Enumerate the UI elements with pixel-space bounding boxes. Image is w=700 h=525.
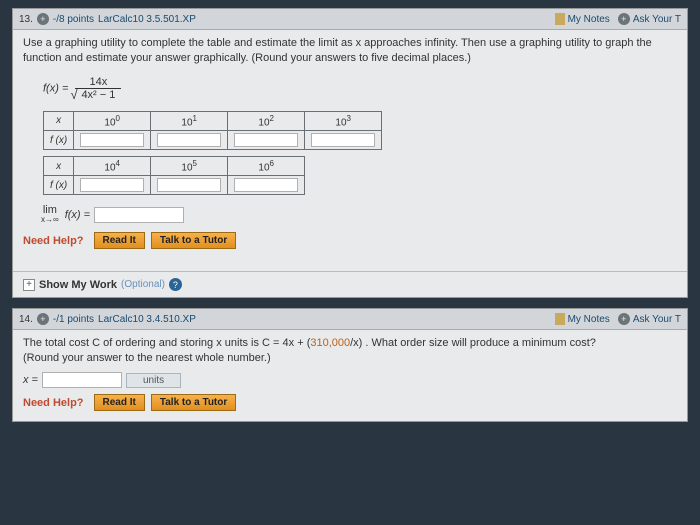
need-help-label: Need Help? <box>23 397 84 409</box>
question-number: 13. <box>19 14 33 25</box>
units-box: units <box>126 373 181 388</box>
question-13: 13. + -/8 points LarCalc10 3.5.501.XP My… <box>12 8 688 298</box>
read-it-button[interactable]: Read It <box>94 394 145 411</box>
ask-teacher-link[interactable]: Ask Your T <box>633 314 681 325</box>
function-denominator: 4x² − 1 <box>79 88 117 101</box>
read-it-button[interactable]: Read It <box>94 232 145 249</box>
expand-icon[interactable]: + <box>37 313 49 325</box>
table1-input-0[interactable] <box>80 133 144 147</box>
lim-fx: f(x) = <box>65 209 90 221</box>
talk-tutor-button[interactable]: Talk to a Tutor <box>151 394 236 411</box>
my-notes-link[interactable]: My Notes <box>568 14 610 25</box>
table1-fx-label: f (x) <box>44 131 74 150</box>
info-icon[interactable]: ? <box>169 278 182 291</box>
question-14: 14. + -/1 points LarCalc10 3.4.510.XP My… <box>12 308 688 422</box>
ask-teacher-link[interactable]: Ask Your T <box>633 14 681 25</box>
table2-h-0: 104 <box>74 157 151 176</box>
table2-input-0[interactable] <box>80 178 144 192</box>
table-1: x 100 101 102 103 f (x) <box>43 111 382 150</box>
table2-fx-label: f (x) <box>44 176 74 195</box>
table1-input-2[interactable] <box>234 133 298 147</box>
question-header: 14. + -/1 points LarCalc10 3.4.510.XP My… <box>13 309 687 330</box>
need-help-row: Need Help? Read It Talk to a Tutor <box>23 394 677 411</box>
table2-h-2: 106 <box>228 157 305 176</box>
table1-h-0: 100 <box>74 111 151 130</box>
show-my-work-label: Show My Work <box>39 279 117 291</box>
points-label: -/1 points <box>53 314 94 325</box>
table2-input-2[interactable] <box>234 178 298 192</box>
talk-tutor-button[interactable]: Talk to a Tutor <box>151 232 236 249</box>
optional-label: (Optional) <box>121 279 165 290</box>
table2-h-1: 105 <box>151 157 228 176</box>
limit-input[interactable] <box>94 207 184 223</box>
table1-h-1: 101 <box>151 111 228 130</box>
ask-teacher-icon[interactable]: + <box>618 13 630 25</box>
table1-x-label: x <box>44 111 74 130</box>
table2-x-label: x <box>44 157 74 176</box>
show-my-work-row[interactable]: + Show My Work (Optional) ? <box>13 271 687 297</box>
notes-icon <box>555 13 565 25</box>
question-ref: LarCalc10 3.4.510.XP <box>98 314 196 325</box>
order-size-input[interactable] <box>42 372 122 388</box>
function-definition: f(x) = 14x 4x² − 1 <box>23 72 677 107</box>
function-numerator: 14x <box>75 76 121 89</box>
table1-input-1[interactable] <box>157 133 221 147</box>
plus-icon[interactable]: + <box>23 279 35 291</box>
x-label: x = <box>23 374 38 386</box>
question-header: 13. + -/8 points LarCalc10 3.5.501.XP My… <box>13 9 687 30</box>
question-body: Use a graphing utility to complete the t… <box>13 30 687 259</box>
table2-input-1[interactable] <box>157 178 221 192</box>
need-help-label: Need Help? <box>23 235 84 247</box>
ask-teacher-icon[interactable]: + <box>618 313 630 325</box>
table1-input-3[interactable] <box>311 133 375 147</box>
table1-h-2: 102 <box>228 111 305 130</box>
my-notes-link[interactable]: My Notes <box>568 314 610 325</box>
question-prompt: Use a graphing utility to complete the t… <box>23 36 677 66</box>
question-ref: LarCalc10 3.5.501.XP <box>98 14 196 25</box>
table-2: x 104 105 106 f (x) <box>43 156 305 195</box>
notes-icon <box>555 313 565 325</box>
table1-h-3: 103 <box>305 111 382 130</box>
question-number: 14. <box>19 314 33 325</box>
function-lhs: f(x) = <box>43 82 68 94</box>
points-label: -/8 points <box>53 14 94 25</box>
expand-icon[interactable]: + <box>37 13 49 25</box>
orange-value: 310,000 <box>310 337 350 349</box>
limit-row: lim x→∞ f(x) = <box>41 205 677 224</box>
need-help-row: Need Help? Read It Talk to a Tutor <box>23 232 677 249</box>
answer-row: x = units <box>23 372 677 388</box>
lim-sub: x→∞ <box>41 216 59 224</box>
question-body: The total cost C of ordering and storing… <box>13 330 687 421</box>
question-prompt: The total cost C of ordering and storing… <box>23 336 677 366</box>
